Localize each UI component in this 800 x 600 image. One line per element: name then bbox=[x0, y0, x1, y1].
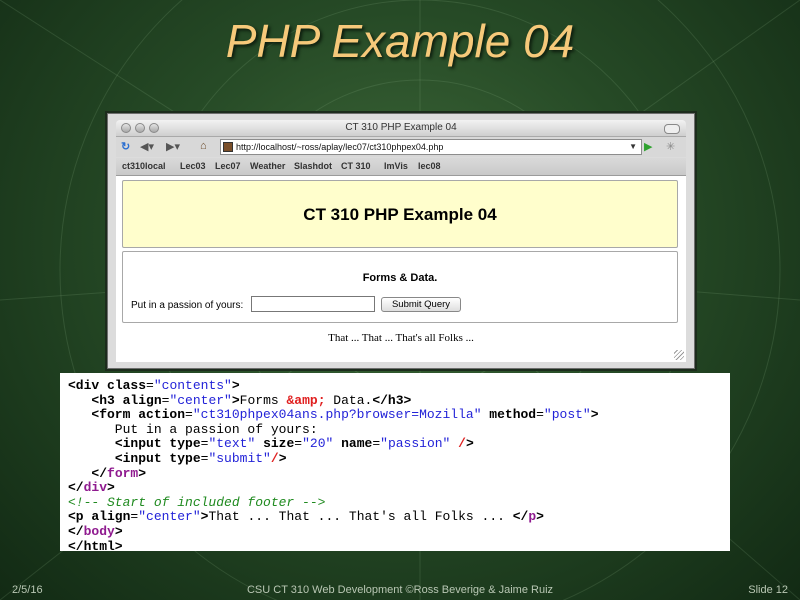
browser-toolbar: ↻ ◀▾ ▶▾ ⌂ http://localhost/~ross/aplay/l… bbox=[116, 137, 686, 157]
code-line: <div class="contents"> bbox=[68, 378, 240, 393]
code-line: </div> bbox=[68, 480, 115, 496]
bookmark-ct310[interactable]: CT 310 bbox=[341, 161, 371, 171]
go-arrow-icon[interactable]: ▶ bbox=[644, 140, 652, 153]
reload-icon[interactable]: ↻ bbox=[121, 140, 130, 153]
page-header-box: CT 310 PHP Example 04 bbox=[122, 180, 678, 248]
submit-query-button[interactable]: Submit Query bbox=[381, 297, 461, 312]
window-titlebar[interactable]: CT 310 PHP Example 04 bbox=[116, 120, 686, 137]
page-footer-text: That ... That ... That's all Folks ... bbox=[328, 332, 474, 344]
loading-spinner-icon: ✳ bbox=[666, 141, 676, 153]
code-line: <input type="submit"/> bbox=[114, 450, 287, 466]
page-viewport: CT 310 PHP Example 04 Forms & Data. Put … bbox=[116, 176, 686, 362]
code-line: </form> bbox=[91, 465, 147, 481]
bookmark-lec03[interactable]: Lec03 bbox=[180, 161, 206, 171]
slide-title: PHP Example 04 bbox=[225, 15, 575, 67]
back-arrow-icon[interactable]: ◀▾ bbox=[140, 140, 154, 153]
code-line: </body> bbox=[68, 523, 123, 539]
footer-credit: CSU CT 310 Web Development ©Ross Beverig… bbox=[246, 584, 554, 596]
forward-arrow-icon[interactable]: ▶▾ bbox=[166, 140, 180, 153]
slide-footer: 2/5/16 CSU CT 310 Web Development ©Ross … bbox=[0, 580, 800, 600]
toolbar-toggle-icon[interactable] bbox=[664, 124, 680, 134]
page-header-title: CT 310 PHP Example 04 bbox=[303, 205, 497, 224]
bookmark-slashdot[interactable]: Slashdot bbox=[294, 161, 332, 171]
code-line: <p align="center">That ... That ... That… bbox=[68, 509, 544, 525]
forms-heading: Forms & Data. bbox=[362, 272, 438, 284]
url-dropdown-icon[interactable]: ▼ bbox=[629, 140, 637, 154]
bookmark-lec08[interactable]: lec08 bbox=[418, 161, 441, 171]
home-icon[interactable]: ⌂ bbox=[200, 140, 207, 152]
resize-grip-icon[interactable] bbox=[674, 350, 684, 360]
address-bar[interactable]: http://localhost/~ross/aplay/lec07/ct310… bbox=[220, 139, 642, 155]
bookmark-ct310local[interactable]: ct310local bbox=[122, 161, 166, 171]
code-line: </html> bbox=[68, 538, 123, 554]
browser-window: CT 310 PHP Example 04 ↻ ◀▾ ▶▾ ⌂ http://l… bbox=[107, 113, 695, 369]
passion-input[interactable] bbox=[251, 296, 375, 312]
code-line: Put in a passion of yours: bbox=[68, 421, 318, 437]
code-line: <form action="ct310phpex04ans.php?browse… bbox=[91, 407, 599, 423]
site-favicon-icon bbox=[223, 142, 233, 152]
code-line: <h3 align="center">Forms &amp; Data.</h3… bbox=[91, 392, 412, 408]
bookmarks-bar: ct310local Lec03 Lec07 Weather Slashdot … bbox=[116, 158, 686, 176]
passion-label: Put in a passion of yours: bbox=[131, 300, 244, 311]
footer-slide-number: Slide 12 bbox=[748, 584, 788, 596]
bookmark-lec07[interactable]: Lec07 bbox=[215, 161, 241, 171]
form-content-box: Forms & Data. Put in a passion of yours:… bbox=[122, 251, 678, 323]
bookmark-weather[interactable]: Weather bbox=[250, 161, 285, 171]
bookmark-imvis[interactable]: ImVis bbox=[384, 161, 408, 171]
code-listing: <div class="contents"> <h3 align="center… bbox=[60, 373, 730, 553]
code-line: <!-- Start of included footer --> bbox=[68, 494, 326, 510]
window-title: CT 310 PHP Example 04 bbox=[345, 122, 457, 133]
code-line: <input type="text" size="20" name="passi… bbox=[114, 436, 474, 452]
url-text: http://localhost/~ross/aplay/lec07/ct310… bbox=[236, 142, 444, 152]
